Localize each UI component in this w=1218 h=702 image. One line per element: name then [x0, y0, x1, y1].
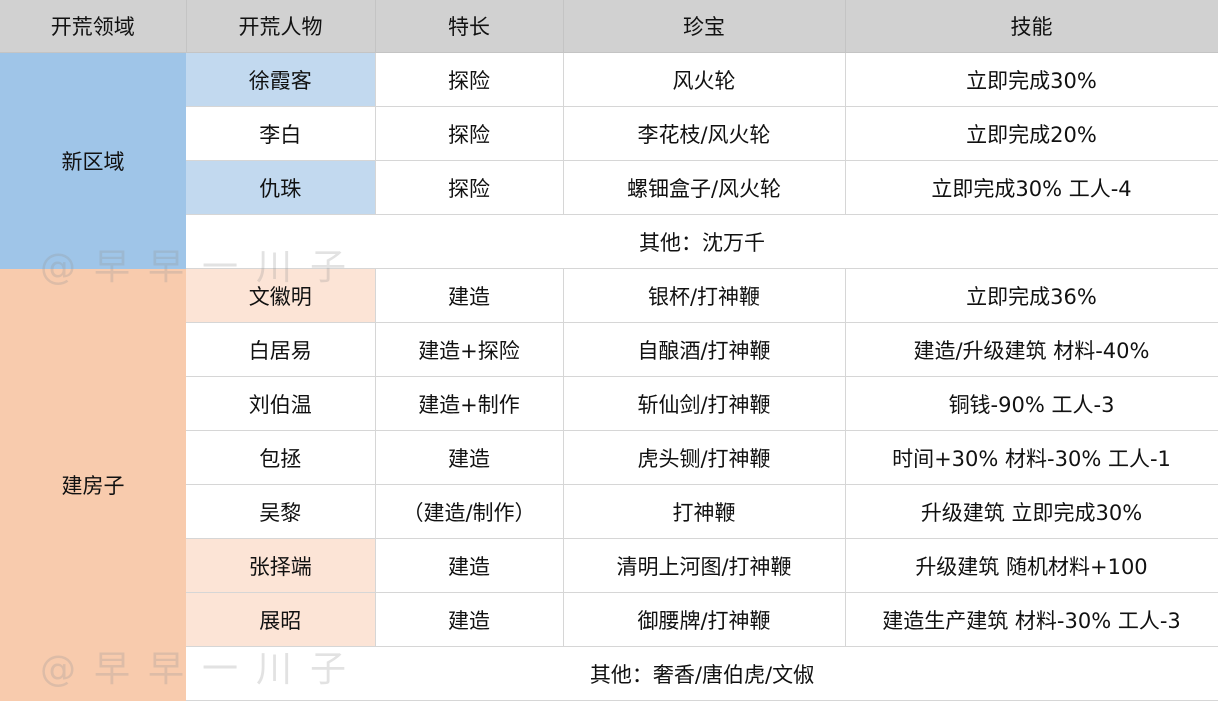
specialty-cell: 建造 [375, 538, 564, 593]
skill-cell: 建造生产建筑 材料-30% 工人-3 [845, 592, 1218, 647]
skill-cell: 升级建筑 随机材料+100 [845, 538, 1218, 593]
specialty-cell: 建造+制作 [375, 376, 564, 431]
treasure-cell: 斩仙剑/打神鞭 [563, 376, 846, 431]
table-row: 建房子 文徽明 建造 银杯/打神鞭 立即完成36% [0, 268, 1218, 701]
person-cell: 白居易 [186, 322, 376, 377]
specialty-cell: 建造 [375, 268, 564, 323]
treasure-cell: 虎头铡/打神鞭 [563, 430, 846, 485]
person-cell: 李白 [186, 106, 376, 161]
specialty-cell: 建造+探险 [375, 322, 564, 377]
specialty-cell: 建造 [375, 592, 564, 647]
skill-cell: 立即完成36% [845, 268, 1218, 323]
header-specialty: 特长 [375, 0, 564, 53]
table-row: 新区域 徐霞客 探险 风火轮 立即完成30% [0, 52, 1218, 269]
treasure-cell: 李花枝/风火轮 [563, 106, 846, 161]
treasure-cell: 打神鞭 [563, 484, 846, 539]
header-person: 开荒人物 [186, 0, 376, 53]
skill-cell: 立即完成30% [845, 52, 1218, 107]
header-region: 开荒领域 [0, 0, 187, 53]
person-cell: 文徽明 [186, 268, 376, 323]
specialty-cell: 探险 [375, 52, 564, 107]
specialty-cell: （建造/制作） [375, 484, 564, 539]
header-skill: 技能 [845, 0, 1218, 53]
other-cell: 其他：沈万千 [186, 214, 1218, 269]
treasure-cell: 御腰牌/打神鞭 [563, 592, 846, 647]
person-cell: 展昭 [186, 592, 376, 647]
treasure-cell: 银杯/打神鞭 [563, 268, 846, 323]
person-cell: 张择端 [186, 538, 376, 593]
treasure-cell: 螺钿盒子/风火轮 [563, 160, 846, 215]
specialty-cell: 探险 [375, 160, 564, 215]
person-cell: 吴黎 [186, 484, 376, 539]
specialty-cell: 建造 [375, 430, 564, 485]
header-treasure: 珍宝 [563, 0, 846, 53]
treasure-cell: 自酿酒/打神鞭 [563, 322, 846, 377]
other-cell: 其他：奢香/唐伯虎/文俶 [186, 646, 1218, 701]
skill-cell: 升级建筑 立即完成30% [845, 484, 1218, 539]
person-cell: 刘伯温 [186, 376, 376, 431]
skill-cell: 立即完成30% 工人-4 [845, 160, 1218, 215]
person-cell: 仇珠 [186, 160, 376, 215]
person-cell: 包拯 [186, 430, 376, 485]
treasure-cell: 风火轮 [563, 52, 846, 107]
region-cell: 建房子 [0, 268, 186, 701]
region-cell: 新区域 [0, 52, 186, 269]
hero-table: 开荒领域 开荒人物 特长 珍宝 技能 新区域 徐霞客 探险 风火轮 立即完成30… [0, 0, 1218, 701]
person-cell: 徐霞客 [186, 52, 376, 107]
specialty-cell: 探险 [375, 106, 564, 161]
skill-cell: 铜钱-90% 工人-3 [845, 376, 1218, 431]
skill-cell: 建造/升级建筑 材料-40% [845, 322, 1218, 377]
skill-cell: 立即完成20% [845, 106, 1218, 161]
treasure-cell: 清明上河图/打神鞭 [563, 538, 846, 593]
skill-cell: 时间+30% 材料-30% 工人-1 [845, 430, 1218, 485]
header-row: 开荒领域 开荒人物 特长 珍宝 技能 [0, 0, 1218, 53]
